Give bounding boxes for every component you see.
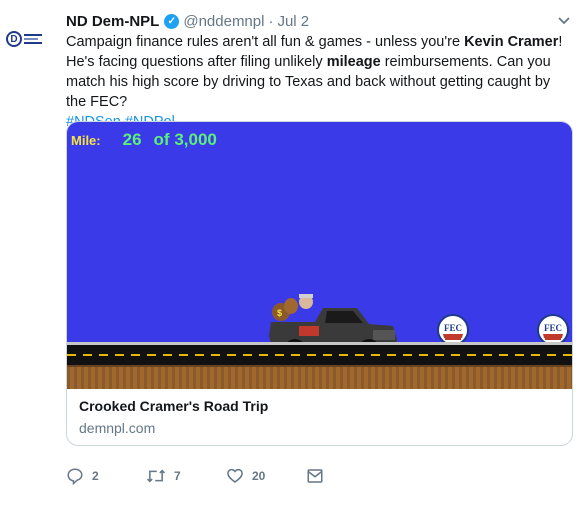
svg-text:$: $ bbox=[277, 308, 282, 318]
tweet-header: ND Dem-NPL ✓ @nddemnpl · Jul 2 bbox=[66, 12, 309, 30]
dirt-ground bbox=[67, 365, 572, 389]
dem-logo-icon: D bbox=[6, 31, 22, 47]
fec-sign-text: FEC bbox=[444, 323, 462, 333]
chevron-down-icon[interactable] bbox=[557, 14, 571, 28]
reply-count: 2 bbox=[92, 469, 99, 483]
like-button[interactable]: 20 bbox=[226, 467, 306, 485]
card-title[interactable]: Crooked Cramer's Road Trip bbox=[79, 398, 560, 414]
card-meta[interactable]: Crooked Cramer's Road Trip demnpl.com bbox=[67, 390, 572, 436]
tweet-text-bold: mileage bbox=[326, 54, 381, 70]
display-name[interactable]: ND Dem-NPL bbox=[66, 13, 159, 30]
like-count: 20 bbox=[252, 469, 266, 483]
link-card[interactable]: Mile: 26 of 3,000 $ FEC FEC Crooked Cram… bbox=[66, 121, 573, 446]
reply-icon bbox=[67, 468, 83, 485]
avatar[interactable]: D bbox=[6, 28, 42, 50]
card-domain[interactable]: demnpl.com bbox=[79, 420, 560, 436]
mile-total: of 3,000 bbox=[153, 130, 217, 149]
direct-message-button[interactable] bbox=[306, 467, 324, 485]
logo-lines bbox=[24, 34, 42, 44]
mile-counter: Mile: 26 of 3,000 bbox=[71, 130, 217, 150]
mile-value: 26 bbox=[122, 130, 142, 149]
tweet-text: Campaign finance rules aren't all fun & … bbox=[66, 32, 574, 132]
game-preview-image[interactable]: Mile: 26 of 3,000 $ FEC FEC bbox=[67, 122, 572, 370]
retweet-button[interactable]: 7 bbox=[146, 467, 226, 485]
retweet-icon bbox=[146, 469, 166, 483]
verified-badge-icon: ✓ bbox=[164, 13, 180, 29]
retweet-count: 7 bbox=[174, 469, 181, 483]
tweet-date[interactable]: Jul 2 bbox=[277, 13, 309, 30]
tweet-text-bold: Kevin Cramer bbox=[464, 34, 559, 50]
road-center-line bbox=[67, 354, 572, 356]
reply-button[interactable]: 2 bbox=[66, 467, 146, 485]
tweet-actions: 2 7 20 bbox=[66, 466, 324, 486]
mile-label: Mile: bbox=[71, 133, 101, 148]
separator: · bbox=[268, 12, 274, 30]
like-icon bbox=[227, 468, 243, 483]
fec-sign-text: FEC bbox=[544, 323, 562, 333]
tweet-text-part: Campaign finance rules aren't all fun & … bbox=[66, 34, 465, 50]
dirt-edge bbox=[67, 365, 572, 367]
message-icon bbox=[307, 469, 323, 483]
user-handle[interactable]: @nddemnpl bbox=[183, 13, 264, 30]
